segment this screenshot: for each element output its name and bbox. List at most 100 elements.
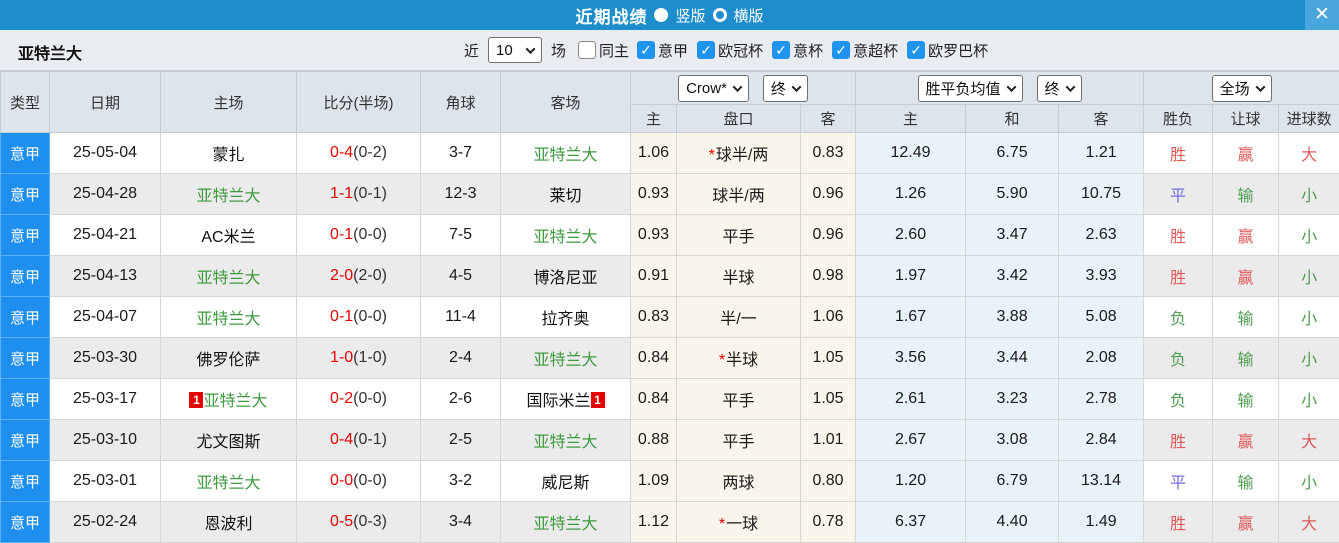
cell-avg-draw: 3.47 xyxy=(965,214,1060,256)
cell-corners: 11-4 xyxy=(420,296,501,338)
league-label-2: 意杯 xyxy=(793,42,824,60)
cell-date: 25-04-28 xyxy=(49,173,161,215)
cell-result: 负 xyxy=(1143,337,1214,379)
league-checkbox-4[interactable]: ✓ xyxy=(907,41,926,59)
cell-league-type: 意甲 xyxy=(0,378,50,420)
halftime-score: (0-0) xyxy=(353,390,387,407)
cell-handicap-result: 输 xyxy=(1212,337,1280,379)
cell-handicap-result: 赢 xyxy=(1212,132,1280,174)
avg-type-value: 胜平负均值 xyxy=(925,80,1001,98)
cell-handicap-result: 赢 xyxy=(1212,214,1280,256)
cell-goals: 小 xyxy=(1278,214,1339,256)
fulltime-score: 0-1 xyxy=(330,226,354,243)
halftime-score: (0-1) xyxy=(353,431,387,448)
header-type: 类型 xyxy=(0,71,50,133)
home-team-name: 亚特兰大 xyxy=(196,188,261,205)
chevron-down-icon xyxy=(525,43,536,54)
header-date: 日期 xyxy=(49,71,161,133)
cell-handicap-away-odds: 0.78 xyxy=(799,501,857,543)
league-label-3: 意超杯 xyxy=(853,42,899,60)
cell-avg-home: 6.37 xyxy=(855,501,967,543)
handicap-line: 两球 xyxy=(722,475,755,492)
cell-result: 负 xyxy=(1143,378,1214,420)
cell-goals: 小 xyxy=(1278,337,1339,379)
cell-avg-away: 2.78 xyxy=(1058,378,1145,420)
league-checkbox-2[interactable]: ✓ xyxy=(772,41,791,59)
cell-avg-draw: 3.08 xyxy=(965,419,1060,461)
cell-corners: 2-6 xyxy=(420,378,501,420)
table-row: 意甲 25-02-24 恩波利 0-5(0-3) 3-4 亚特兰大 1.12 *… xyxy=(0,501,1339,543)
cell-goals: 小 xyxy=(1278,460,1339,502)
odds-company-select[interactable]: Crow* xyxy=(678,74,749,102)
cell-handicap-home-odds: 0.93 xyxy=(630,214,677,256)
header-avg-away: 客 xyxy=(1058,104,1145,133)
horizontal-layout-radio[interactable] xyxy=(712,8,727,22)
header-avg-draw: 和 xyxy=(965,104,1060,133)
table-row: 意甲 25-05-04 蒙扎 0-4(0-2) 3-7 亚特兰大 1.06 *球… xyxy=(0,132,1339,174)
table-body: 意甲 25-05-04 蒙扎 0-4(0-2) 3-7 亚特兰大 1.06 *球… xyxy=(0,132,1339,543)
away-team-name: 威尼斯 xyxy=(541,475,590,492)
match-count-select[interactable]: 10 xyxy=(488,37,543,63)
vertical-layout-radio[interactable] xyxy=(654,8,669,22)
avg-type-select[interactable]: 胜平负均值 xyxy=(917,74,1023,102)
fulltime-score: 1-0 xyxy=(330,349,354,366)
cell-avg-draw: 3.44 xyxy=(965,337,1060,379)
cell-avg-draw: 6.75 xyxy=(965,132,1060,174)
cell-score: 0-4(0-2) xyxy=(296,132,421,174)
halftime-score: (0-2) xyxy=(353,144,387,161)
table-row: 意甲 25-04-28 亚特兰大 1-1(0-1) 12-3 莱切 0.93 球… xyxy=(0,173,1339,215)
cell-avg-draw: 3.23 xyxy=(965,378,1060,420)
cell-goals: 大 xyxy=(1278,132,1339,174)
cell-date: 25-03-17 xyxy=(49,378,161,420)
league-checkbox-1[interactable]: ✓ xyxy=(697,41,716,59)
cell-score: 1-1(0-1) xyxy=(296,173,421,215)
away-team-name: 莱切 xyxy=(549,188,582,205)
cell-score: 0-0(0-0) xyxy=(296,460,421,502)
handicap-line: 一球 xyxy=(726,516,759,533)
cell-handicap-away-odds: 0.83 xyxy=(799,132,857,174)
cell-result: 胜 xyxy=(1143,419,1214,461)
avg-time-select[interactable]: 终 xyxy=(1036,74,1082,102)
same-venue-checkbox[interactable] xyxy=(578,41,597,59)
league-checkbox-3[interactable]: ✓ xyxy=(832,41,851,59)
cell-date: 25-04-13 xyxy=(49,255,161,297)
scope-select[interactable]: 全场 xyxy=(1211,74,1272,102)
cell-away-team: 博洛尼亚 xyxy=(500,255,631,297)
cell-handicap-line: 两球 xyxy=(676,460,801,502)
chevron-down-icon xyxy=(1255,81,1266,92)
cell-handicap-result: 赢 xyxy=(1212,419,1280,461)
near-label: 近 xyxy=(464,42,480,60)
rank-badge: 1 xyxy=(189,392,204,408)
cell-avg-away: 3.93 xyxy=(1058,255,1145,297)
cell-handicap-away-odds: 0.80 xyxy=(799,460,857,502)
league-checkbox-0[interactable]: ✓ xyxy=(637,41,656,59)
cell-league-type: 意甲 xyxy=(0,214,50,256)
odds-time-select[interactable]: 终 xyxy=(762,74,808,102)
panel-title: 近期战绩 xyxy=(575,7,648,27)
away-team-name: 博洛尼亚 xyxy=(533,270,598,287)
table-row: 意甲 25-04-13 亚特兰大 2-0(2-0) 4-5 博洛尼亚 0.91 … xyxy=(0,255,1339,297)
away-team-name: 拉齐奥 xyxy=(541,311,590,328)
cell-away-team: 亚特兰大 xyxy=(500,214,631,256)
cell-away-team: 拉齐奥 xyxy=(500,296,631,338)
fulltime-score: 0-1 xyxy=(330,308,354,325)
header-score: 比分(半场) xyxy=(296,71,421,133)
cell-home-team: 尤文图斯 xyxy=(160,419,297,461)
cell-handicap-line: *球半/两 xyxy=(676,132,801,174)
fulltime-score: 0-4 xyxy=(330,144,354,161)
away-team-name: 国际米兰 xyxy=(526,393,591,410)
cell-score: 0-4(0-1) xyxy=(296,419,421,461)
cell-handicap-away-odds: 1.05 xyxy=(799,378,857,420)
cell-handicap-home-odds: 0.84 xyxy=(630,378,677,420)
cell-handicap-result: 赢 xyxy=(1212,501,1280,543)
away-team-name: 亚特兰大 xyxy=(533,229,598,246)
cell-away-team: 亚特兰大 xyxy=(500,501,631,543)
halftime-score: (1-0) xyxy=(353,349,387,366)
home-team-name: 恩波利 xyxy=(204,516,253,533)
handicap-line: 平手 xyxy=(722,393,755,410)
home-team-name: 佛罗伦萨 xyxy=(196,352,261,369)
close-icon[interactable]: ✕ xyxy=(1305,0,1339,30)
cell-score: 0-2(0-0) xyxy=(296,378,421,420)
halftime-score: (2-0) xyxy=(353,267,387,284)
cell-result: 胜 xyxy=(1143,501,1214,543)
